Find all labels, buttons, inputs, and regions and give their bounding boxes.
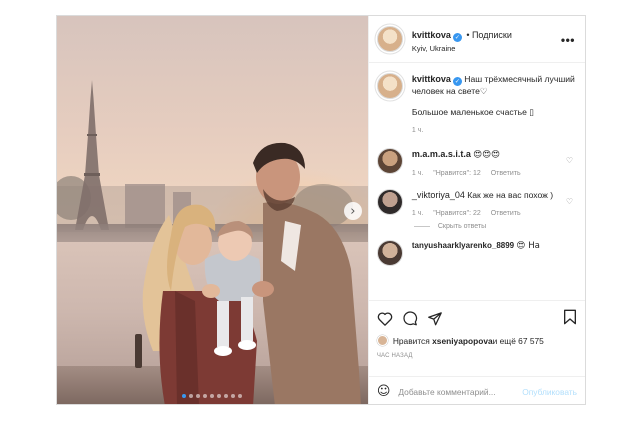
carousel-dot <box>217 394 222 398</box>
likes-count[interactable]: и ещё 67 575 <box>493 336 544 346</box>
carousel-dot <box>196 394 201 398</box>
carousel-dot <box>231 394 236 398</box>
avatar <box>376 335 388 346</box>
hide-replies-button[interactable]: Скрыть ответы <box>413 222 577 230</box>
likes-prefix: Нравится <box>392 335 430 346</box>
share-icon[interactable] <box>427 311 443 326</box>
avatar[interactable] <box>376 188 403 215</box>
reply-button[interactable]: Ответить <box>491 210 521 217</box>
next-slide-button[interactable]: › <box>343 202 362 220</box>
carousel-dot <box>189 394 194 398</box>
carousel-dot <box>182 394 187 398</box>
post-photo[interactable]: › <box>57 16 368 404</box>
add-comment-bar: ☺ Добавьте комментарий... Опубликовать <box>368 376 585 404</box>
avatar[interactable] <box>376 73 403 99</box>
location-link[interactable]: Kyiv, Ukraine <box>412 44 512 53</box>
post-card: › kvittkova ✓ • Подписки Kyiv, Ukraine •… <box>56 15 586 405</box>
caption: kvittkova ✓ Наш трёхмесячный лучший челов… <box>376 73 577 136</box>
carousel-dot <box>210 394 215 398</box>
caption-time[interactable]: 1 ч. <box>412 127 423 134</box>
caption-username[interactable]: kvittkova <box>412 74 451 84</box>
comment-likes[interactable]: "Нравится": 22 <box>433 210 481 217</box>
post-actions: Нравится xseniyapopova и ещё 67 575 час … <box>368 300 585 376</box>
likes-summary[interactable]: Нравится xseniyapopova и ещё 67 575 <box>376 335 577 346</box>
comment: m.a.m.a.s.i.t.a 😍😍😍 1 ч. "Нравится": 12 … <box>376 147 577 179</box>
comment-time[interactable]: 1 ч. <box>412 210 423 217</box>
comment-input[interactable]: Добавьте комментарий... <box>398 387 522 397</box>
likes-user[interactable]: xseniyapopova <box>432 336 493 346</box>
caption-text-2: Большое маленькое счастье ▯ <box>411 106 534 117</box>
comment-text: Как же на вас похож ) <box>467 189 554 200</box>
chevron-right-icon: › <box>350 203 356 219</box>
emoji-icon[interactable]: ☺ <box>377 384 391 399</box>
comment-text: 😍 На <box>516 240 540 251</box>
eiffel-tower <box>75 80 109 230</box>
comment: tanyushaarklyarenko_8899 😍 На <box>376 239 577 266</box>
verified-badge-icon: ✓ <box>452 33 462 43</box>
family-figures <box>142 142 361 404</box>
divider <box>413 225 430 227</box>
heart-icon[interactable] <box>377 311 393 326</box>
ellipsis-icon[interactable]: ••• <box>561 33 575 47</box>
carousel-dot <box>238 394 243 398</box>
post-header: kvittkova ✓ • Подписки Kyiv, Ukraine ••• <box>368 16 585 63</box>
bookmark-icon[interactable] <box>563 309 577 325</box>
comment-text: 😍😍😍 <box>473 149 501 160</box>
comment: _viktoriya_04 Как же на вас похож ) 1 ч.… <box>376 188 577 219</box>
comment-likes[interactable]: "Нравится": 12 <box>433 170 481 177</box>
reply-button[interactable]: Ответить <box>491 170 521 177</box>
comments-list[interactable]: kvittkova ✓ Наш трёхмесячный лучший челов… <box>369 63 585 300</box>
heart-outline-icon[interactable]: ♡ <box>566 156 573 165</box>
comment-time[interactable]: 1 ч. <box>412 170 423 177</box>
comment-username[interactable]: tanyushaarklyarenko_8899 <box>412 241 514 250</box>
comment-username[interactable]: _viktoriya_04 <box>412 190 465 200</box>
publish-button[interactable]: Опубликовать <box>522 387 577 397</box>
carousel-dot <box>224 394 229 398</box>
author-username[interactable]: kvittkova <box>412 30 451 40</box>
avatar[interactable] <box>376 26 403 52</box>
avatar[interactable] <box>376 239 403 266</box>
heart-outline-icon[interactable]: ♡ <box>566 197 573 206</box>
comment-icon[interactable] <box>402 310 418 326</box>
avatar[interactable] <box>376 147 403 174</box>
post-time[interactable]: час назад <box>377 353 577 359</box>
following-button[interactable]: • Подписки <box>466 30 512 40</box>
verified-badge-icon: ✓ <box>452 77 462 86</box>
post-sidebar: kvittkova ✓ • Подписки Kyiv, Ukraine ••• … <box>367 16 585 404</box>
comment-username[interactable]: m.a.m.a.s.i.t.a <box>412 149 471 159</box>
carousel-indicator <box>57 394 368 398</box>
carousel-dot <box>203 394 208 398</box>
hide-replies-label: Скрыть ответы <box>437 222 487 230</box>
